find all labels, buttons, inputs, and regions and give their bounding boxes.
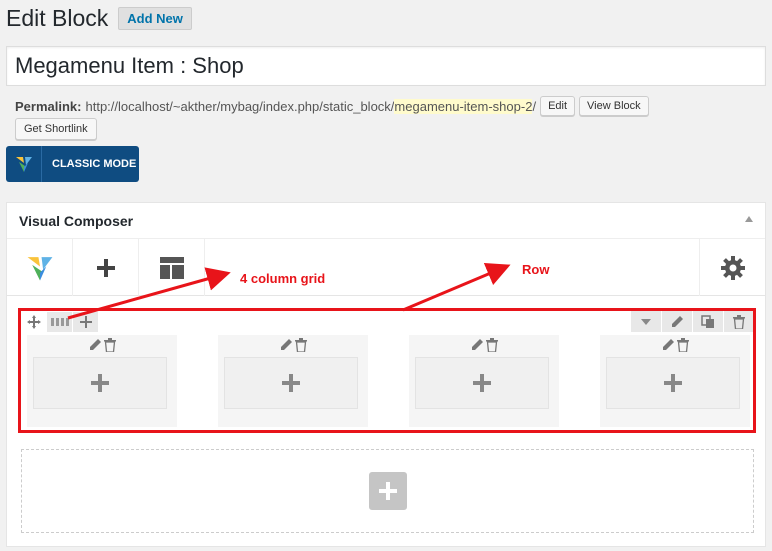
row-arrow — [402, 262, 511, 312]
annotation-arrows — [67, 262, 511, 320]
annotation-grid-label: 4 column grid — [240, 271, 326, 286]
annotation-row-label: Row — [522, 262, 550, 277]
grid-arrow — [67, 267, 231, 320]
